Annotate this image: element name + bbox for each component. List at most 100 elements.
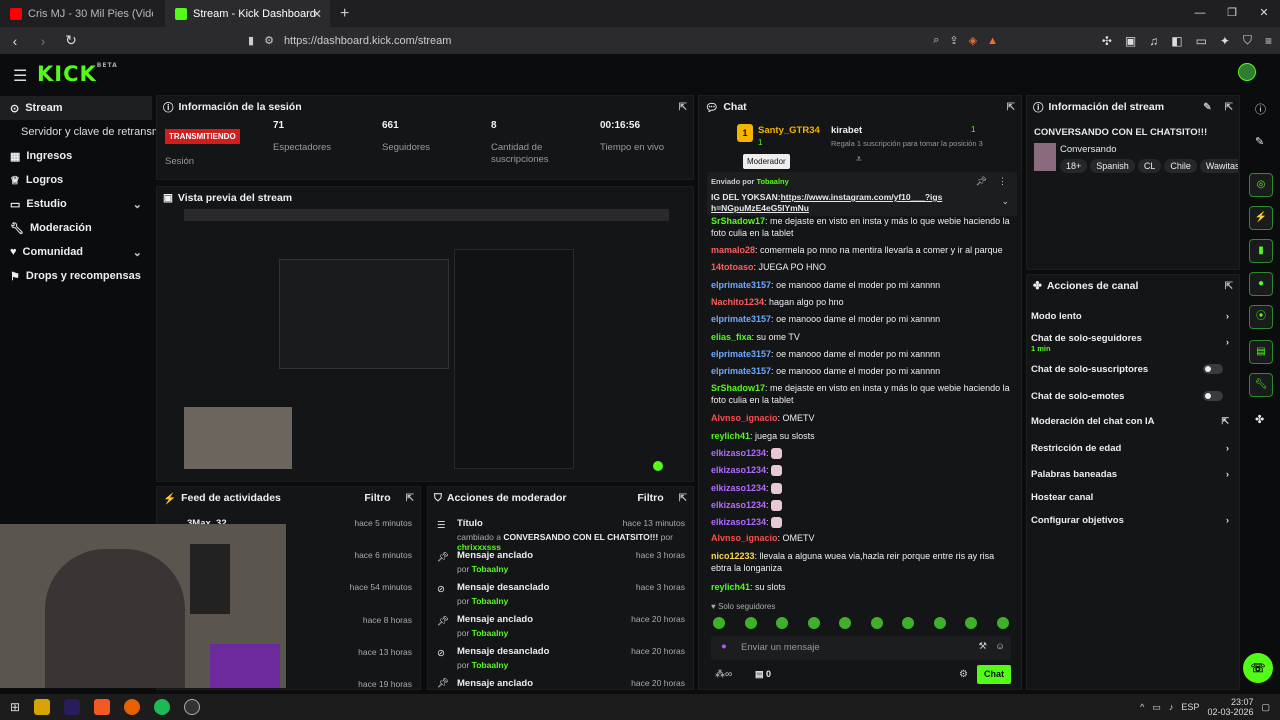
chat-username[interactable]: elias_fixa (711, 332, 752, 342)
chevron-down-icon[interactable]: ⌄ (1001, 196, 1009, 207)
brave-shield-icon[interactable]: ◈ (969, 34, 977, 47)
sidebar-item-income[interactable]: ▦ Ingresos (0, 144, 152, 168)
popout-icon[interactable]: ⇱ (1225, 281, 1233, 292)
chat-username[interactable]: 14totoaso (711, 262, 754, 272)
moderator-name[interactable]: Tobaalny (472, 628, 509, 638)
emotes-only-toggle[interactable] (1203, 391, 1223, 401)
user-avatar[interactable] (1238, 63, 1256, 81)
kick-logo[interactable]: KICKBETA (37, 62, 118, 86)
bookmark-icon[interactable]: ▮ (248, 34, 254, 47)
rail-layout-button[interactable]: ▤ (1249, 340, 1273, 364)
chat-username[interactable]: Alvnso_ignacio (711, 413, 778, 423)
command-icon[interactable]: ⚒ (978, 641, 987, 652)
hamburger-menu-icon[interactable]: ☰ (13, 66, 27, 86)
banned-words-item[interactable]: Palabras baneadas › (1031, 469, 1229, 480)
slow-mode-item[interactable]: Modo lento › (1031, 311, 1229, 322)
tag[interactable]: 18+ (1060, 159, 1088, 173)
info-icon[interactable]: ⓘ (1255, 101, 1266, 117)
network-icon[interactable]: ▭ (1152, 702, 1161, 713)
wallet-icon[interactable]: ▭ (1196, 34, 1207, 48)
emote-icon[interactable] (776, 617, 789, 629)
puzzle-icon[interactable]: ✤ (1255, 413, 1264, 426)
support-chat-button[interactable]: ☏ (1243, 653, 1273, 683)
chat-input[interactable]: ● Enviar un mensaje ⚒ ☺ (711, 636, 1011, 660)
emote-icon[interactable] (713, 617, 725, 629)
back-icon[interactable]: ‹ (8, 33, 22, 49)
moderator-name[interactable]: Tobaalny (472, 564, 509, 574)
more-options-icon[interactable]: ⋮ (998, 176, 1007, 187)
brave-browser-icon[interactable] (94, 699, 111, 715)
extensions-icon[interactable]: ✣ (1102, 34, 1112, 48)
subscribers-only-toggle[interactable] (1203, 364, 1223, 374)
site-info-icon[interactable]: ⚙ (264, 34, 274, 47)
tag[interactable]: Wawitas (1199, 159, 1238, 173)
share-icon[interactable]: ⇪ (949, 34, 958, 47)
address-bar[interactable]: ▮ ⚙ https://dashboard.kick.com/stream ⌕ … (248, 30, 998, 51)
gift-cta[interactable]: Regala 1 suscripción para tomar la posic… (831, 139, 983, 148)
chat-username[interactable]: elkizaso1234 (711, 465, 766, 475)
chat-username[interactable]: SrShadow17 (711, 383, 765, 393)
chat-username[interactable]: elprimate3157 (711, 366, 771, 376)
pin-icon[interactable]: 📌︎ (976, 176, 987, 187)
gifter-name[interactable]: kirabet (831, 125, 862, 136)
stream-preview-video[interactable] (184, 209, 669, 479)
start-icon[interactable]: ⊞ (10, 700, 20, 714)
popout-icon[interactable]: ⇱ (406, 493, 414, 504)
sidebar-item-drops[interactable]: ⚑ Drops y recompensas (0, 264, 152, 288)
emote-icon[interactable] (902, 617, 915, 629)
emote-icon[interactable] (870, 617, 883, 629)
chat-username[interactable]: Alvnso_ignacio (711, 533, 778, 543)
rail-broadcast-button[interactable]: ⦿ (1249, 305, 1273, 329)
new-tab-button[interactable]: + (340, 5, 349, 23)
rail-chat-button[interactable]: ● (1249, 272, 1273, 296)
chat-username[interactable]: mamalo28 (711, 245, 755, 255)
sidebar-icon[interactable]: ◧ (1171, 34, 1182, 48)
pinned-message[interactable]: Enviado por Tobaalny IG DEL YOKSAN:https… (707, 172, 1017, 216)
category-name[interactable]: Conversando (1060, 144, 1117, 155)
edit-icon[interactable]: ✎ (1255, 135, 1264, 148)
menu-icon[interactable]: ≡ (1265, 34, 1272, 48)
chat-username[interactable]: nico12233 (711, 551, 755, 561)
pinned-by-user[interactable]: Tobaalny (756, 177, 788, 186)
spotify-icon[interactable] (154, 699, 171, 715)
edit-icon[interactable]: ✎ (1203, 102, 1211, 113)
url-text[interactable]: https://dashboard.kick.com/stream (284, 35, 452, 47)
chat-username[interactable]: elkizaso1234 (711, 500, 766, 510)
emoji-icon[interactable]: ☺ (995, 641, 1005, 652)
brave-rewards-icon[interactable]: ▲ (987, 35, 998, 47)
popout-icon[interactable]: ⇱ (679, 493, 687, 504)
sidebar-item-moderation[interactable]: 🔧︎ Moderación (0, 216, 152, 240)
zoom-icon[interactable]: ⌕ (933, 34, 939, 47)
vpn-icon[interactable]: ⛉ (1243, 33, 1252, 48)
minimize-button[interactable]: — (1184, 0, 1216, 27)
rail-clip-button[interactable]: ▮ (1249, 239, 1273, 263)
chat-username[interactable]: elkizaso1234 (711, 517, 766, 527)
collapse-icon[interactable]: ⩡ (856, 154, 862, 165)
chat-username[interactable]: SrShadow17 (711, 216, 765, 226)
media-icon[interactable]: ♫ (1149, 34, 1158, 48)
sidebar-item-achievements[interactable]: ♕ Logros (0, 168, 152, 192)
host-channel-item[interactable]: Hostear canal (1031, 492, 1229, 503)
ai-moderation-item[interactable]: Moderación del chat con IA ⇱ (1031, 416, 1229, 427)
configure-goals-item[interactable]: Configurar objetivos › (1031, 515, 1229, 526)
emote-icon[interactable] (933, 617, 946, 629)
file-explorer-icon[interactable] (34, 699, 51, 715)
emote-icon[interactable] (839, 617, 852, 629)
maximize-button[interactable]: ❐ (1216, 0, 1248, 27)
notifications-icon[interactable]: ▢ (1261, 702, 1270, 713)
chat-username[interactable]: elprimate3157 (711, 314, 771, 324)
browser-tab-youtube[interactable]: Cris MJ - 30 Mil Pies (Video Ofici (0, 0, 165, 27)
sidebar-item-community[interactable]: ♥ Comunidad ⌄ (0, 240, 152, 264)
chat-username[interactable]: reylich41 (711, 582, 750, 592)
top-gifter-name[interactable]: Santy_GTR34 (758, 125, 820, 136)
filter-button[interactable]: Filtro (364, 492, 390, 504)
moderator-name[interactable]: Tobaalny (472, 660, 509, 670)
followers-only-item[interactable]: Chat de solo-seguidores 1 min › (1031, 333, 1229, 353)
chat-username[interactable]: elprimate3157 (711, 280, 771, 290)
category-thumbnail[interactable] (1034, 143, 1056, 171)
close-window-button[interactable]: ✕ (1248, 0, 1280, 27)
close-tab-icon[interactable]: ✕ (312, 7, 322, 21)
obs-icon[interactable] (184, 699, 201, 715)
emote-icon[interactable] (744, 617, 757, 629)
chat-username[interactable]: elkizaso1234 (711, 448, 766, 458)
